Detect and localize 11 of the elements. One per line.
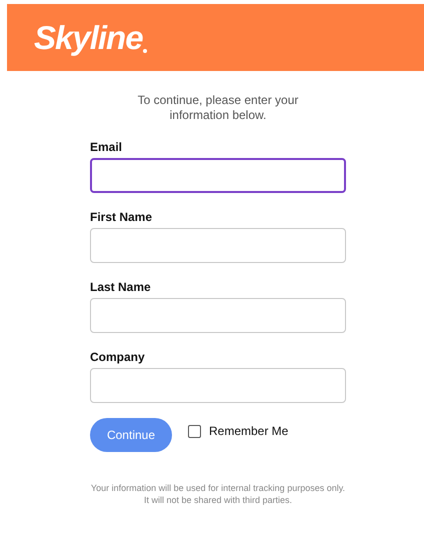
intro-text: To continue, please enter your information below.: [136, 93, 300, 123]
disclaimer-text: Your information will be used for internal tracking purposes only. It will not be shared with third parties.: [90, 482, 346, 506]
field-label: Company: [90, 349, 146, 366]
logo: Skyline: [34, 12, 147, 62]
field-label: Email: [90, 139, 124, 156]
checkbox[interactable]: [188, 424, 201, 438]
field-label: First Name: [90, 209, 154, 226]
field-label: Last Name: [90, 279, 152, 296]
checkbox-label: Remember Me: [209, 423, 288, 440]
input-field[interactable]: [90, 158, 346, 193]
continue-button[interactable]: Continue: [90, 418, 172, 452]
